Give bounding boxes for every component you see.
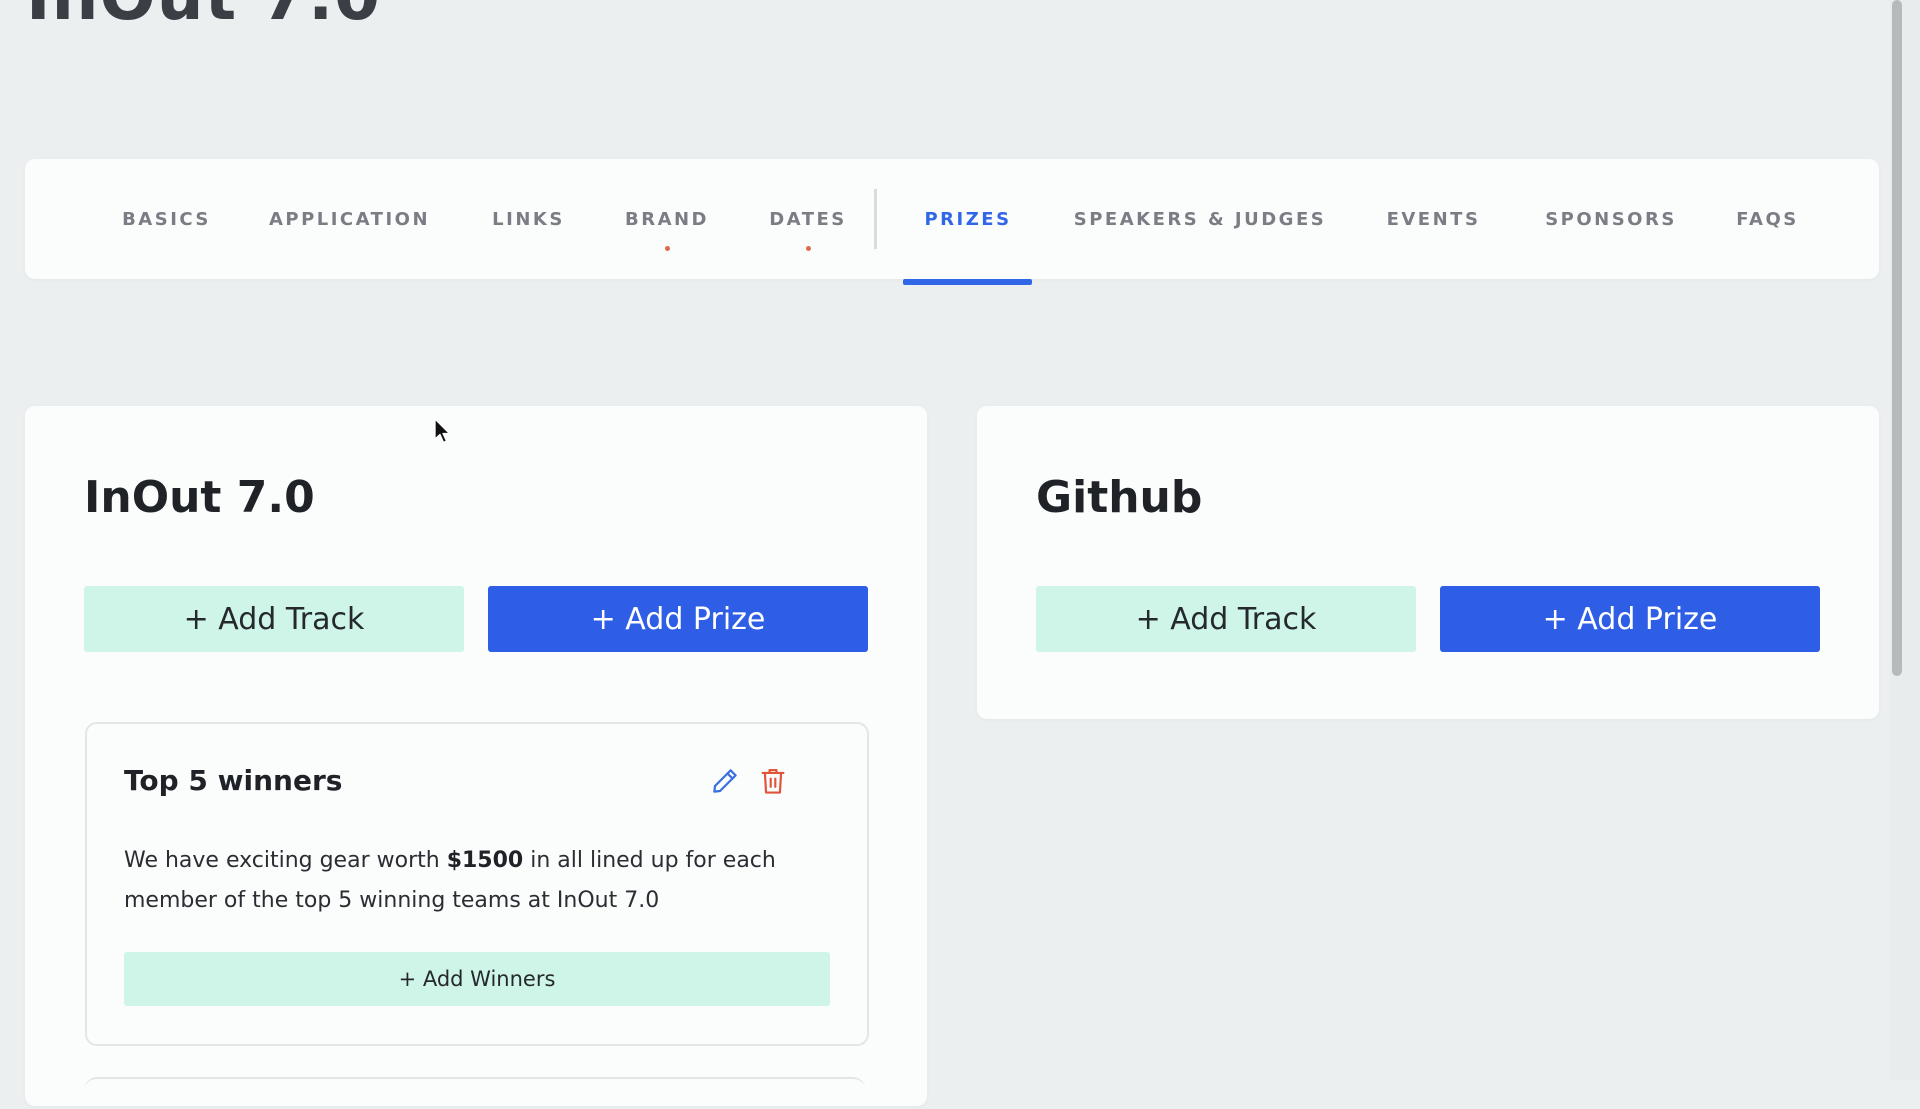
tab-label: BRAND (624, 208, 710, 230)
tab-label: SPONSORS (1545, 208, 1677, 230)
track-title: InOut 7.0 (84, 472, 315, 523)
active-tab-indicator (903, 279, 1032, 285)
page-title: InOut 7.0 (26, 0, 381, 30)
tab-label: SPEAKERS & JUDGES (1073, 208, 1327, 230)
tab-prizes[interactable]: PRIZES (908, 159, 1028, 279)
unsaved-dot (665, 246, 670, 251)
unsaved-dot (806, 246, 811, 251)
add-prize-button[interactable]: + Add Prize (1440, 586, 1820, 652)
add-track-button[interactable]: + Add Track (1036, 586, 1416, 652)
tab-label: PRIZES (924, 208, 1012, 230)
prize-card-partial (85, 1077, 865, 1109)
add-track-button[interactable]: + Add Track (84, 586, 464, 652)
track-title: Github (1036, 472, 1203, 523)
add-prize-button[interactable]: + Add Prize (488, 586, 868, 652)
tab-speakers-judges[interactable]: SPEAKERS & JUDGES (1061, 159, 1339, 279)
scrollbar-thumb[interactable] (1892, 0, 1902, 676)
prize-description-text: We have exciting gear worth (124, 848, 447, 873)
prize-description: We have exciting gear worth $1500 in all… (124, 841, 824, 921)
tab-label: FAQS (1736, 208, 1799, 230)
tab-links[interactable]: LINKS (466, 159, 591, 279)
tab-dates[interactable]: DATES (743, 159, 873, 279)
section-tabs: BASICS APPLICATION LINKS BRAND DATES PRI… (25, 159, 1879, 285)
tab-label: EVENTS (1386, 208, 1481, 230)
tab-label: LINKS (492, 208, 565, 230)
trash-icon[interactable] (756, 764, 790, 798)
tab-basics[interactable]: BASICS (94, 159, 239, 279)
tab-sponsors[interactable]: SPONSORS (1526, 159, 1696, 279)
pencil-icon[interactable] (708, 764, 742, 798)
tab-application[interactable]: APPLICATION (252, 159, 447, 279)
tab-divider (874, 189, 877, 249)
tab-label: DATES (769, 208, 847, 230)
prize-amount: $1500 (446, 848, 524, 873)
tab-events[interactable]: EVENTS (1366, 159, 1501, 279)
add-winners-button[interactable]: + Add Winners (124, 952, 830, 1006)
tab-label: BASICS (122, 208, 211, 230)
tab-brand[interactable]: BRAND (602, 159, 732, 279)
mouse-cursor-icon (434, 418, 451, 444)
tab-label: APPLICATION (268, 208, 431, 230)
track-card-github: Github + Add Track + Add Prize (977, 406, 1879, 719)
prize-title: Top 5 winners (124, 764, 343, 797)
track-card-inout: InOut 7.0 + Add Track + Add Prize Top 5 … (25, 406, 927, 1106)
prize-card: Top 5 winners We have exciting gear wort… (85, 722, 869, 1046)
tab-faqs[interactable]: FAQS (1720, 159, 1815, 279)
